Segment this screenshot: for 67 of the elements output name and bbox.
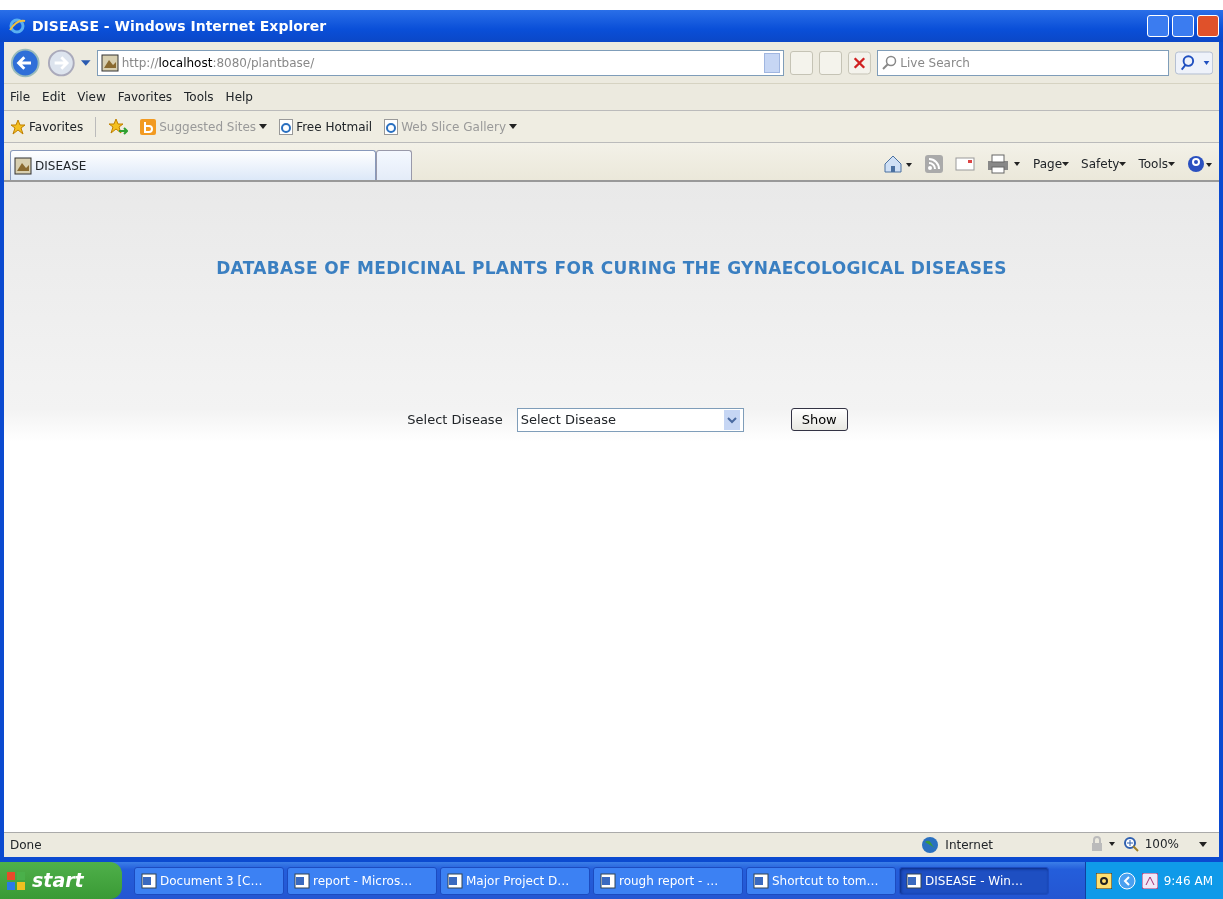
- command-menu[interactable]: Page: [1033, 155, 1063, 173]
- close-button[interactable]: [1197, 15, 1219, 37]
- caret-icon[interactable]: [1168, 162, 1175, 166]
- search-icon[interactable]: [1174, 50, 1213, 75]
- field-label: Select Disease: [407, 410, 503, 429]
- zoom-icon[interactable]: [1122, 836, 1139, 852]
- home-icon[interactable]: [883, 154, 913, 174]
- browser-tab[interactable]: DISEASE: [10, 150, 376, 180]
- taskbar-button[interactable]: rough report - …: [593, 866, 743, 895]
- new-tab-button[interactable]: [376, 150, 412, 180]
- printer-icon[interactable]: [987, 154, 1021, 174]
- zoom-level[interactable]: 100%: [1144, 835, 1179, 853]
- menu-item[interactable]: Edit: [42, 88, 66, 106]
- taskbar-button[interactable]: Shortcut to tom…: [746, 866, 896, 895]
- taskbar-button[interactable]: DISEASE - Win…: [899, 866, 1049, 895]
- document-icon: [294, 872, 310, 889]
- disease-select[interactable]: Select Disease: [516, 407, 744, 432]
- windows-flag-icon: [6, 870, 26, 891]
- mail-icon[interactable]: [955, 156, 975, 172]
- address-field[interactable]: http://localhost:8080/plantbase/: [96, 49, 785, 76]
- favorites-bar-item[interactable]: Favorites: [10, 117, 84, 136]
- taskbar-button[interactable]: Document 3 [C…: [134, 866, 284, 895]
- star-icon: [10, 118, 26, 135]
- add-favorite-icon[interactable]: [108, 117, 129, 136]
- url-text: http://localhost:8080/plantbase/: [121, 54, 315, 72]
- web-page-icon: [384, 118, 399, 135]
- window-title: DISEASE - Windows Internet Explorer: [32, 16, 327, 36]
- caret-icon[interactable]: [1062, 162, 1070, 166]
- security-zone: Internet: [945, 837, 993, 854]
- page-icon: [100, 53, 119, 72]
- command-menu[interactable]: Safety: [1081, 155, 1120, 173]
- menu-item[interactable]: Tools: [184, 88, 214, 106]
- b-logo-icon: [140, 118, 157, 135]
- browser-logo-icon: [8, 17, 26, 35]
- favorites-bar-item[interactable]: Free Hotmail: [279, 117, 373, 136]
- search-placeholder: Live Search: [900, 54, 970, 72]
- status-text: Done: [10, 837, 42, 854]
- taskbar-button[interactable]: Major Project D…: [440, 866, 590, 895]
- back-icon[interactable]: [10, 46, 41, 79]
- globe-icon: [921, 836, 940, 854]
- clock: 9:46 AM: [1163, 872, 1213, 890]
- document-icon: [447, 872, 463, 889]
- document-icon: [600, 872, 616, 889]
- document-icon: [906, 872, 922, 889]
- chevron-left-icon[interactable]: [1117, 871, 1136, 890]
- dropdown-arrow-icon[interactable]: [1199, 841, 1207, 847]
- search-field[interactable]: Live Search: [877, 49, 1169, 76]
- maximize-button[interactable]: [1172, 15, 1194, 37]
- document-icon: [753, 872, 769, 889]
- feeds-icon[interactable]: [925, 155, 943, 173]
- menu-item[interactable]: Help: [225, 88, 253, 106]
- minimize-button[interactable]: [1147, 15, 1169, 37]
- forward-icon[interactable]: [46, 47, 76, 78]
- tray-app-icon[interactable]: [1141, 872, 1158, 889]
- menu-item[interactable]: View: [77, 88, 106, 106]
- menu-item[interactable]: File: [10, 88, 31, 106]
- taskbar-button[interactable]: report - Micros…: [287, 866, 437, 895]
- show-button[interactable]: Show: [790, 407, 848, 432]
- search-icon: [881, 54, 898, 71]
- page-heading: DATABASE OF MEDICINAL PLANTS FOR CURING THE GYNAECOLOGICAL DISEASES: [216, 257, 1007, 280]
- caret-icon[interactable]: [1119, 162, 1127, 166]
- command-menu[interactable]: Tools: [1138, 155, 1168, 173]
- menu-item[interactable]: Favorites: [117, 88, 173, 106]
- stop-icon[interactable]: [848, 50, 872, 75]
- web-page-icon: [279, 118, 294, 135]
- page-icon: [14, 156, 32, 175]
- document-icon: [141, 872, 157, 889]
